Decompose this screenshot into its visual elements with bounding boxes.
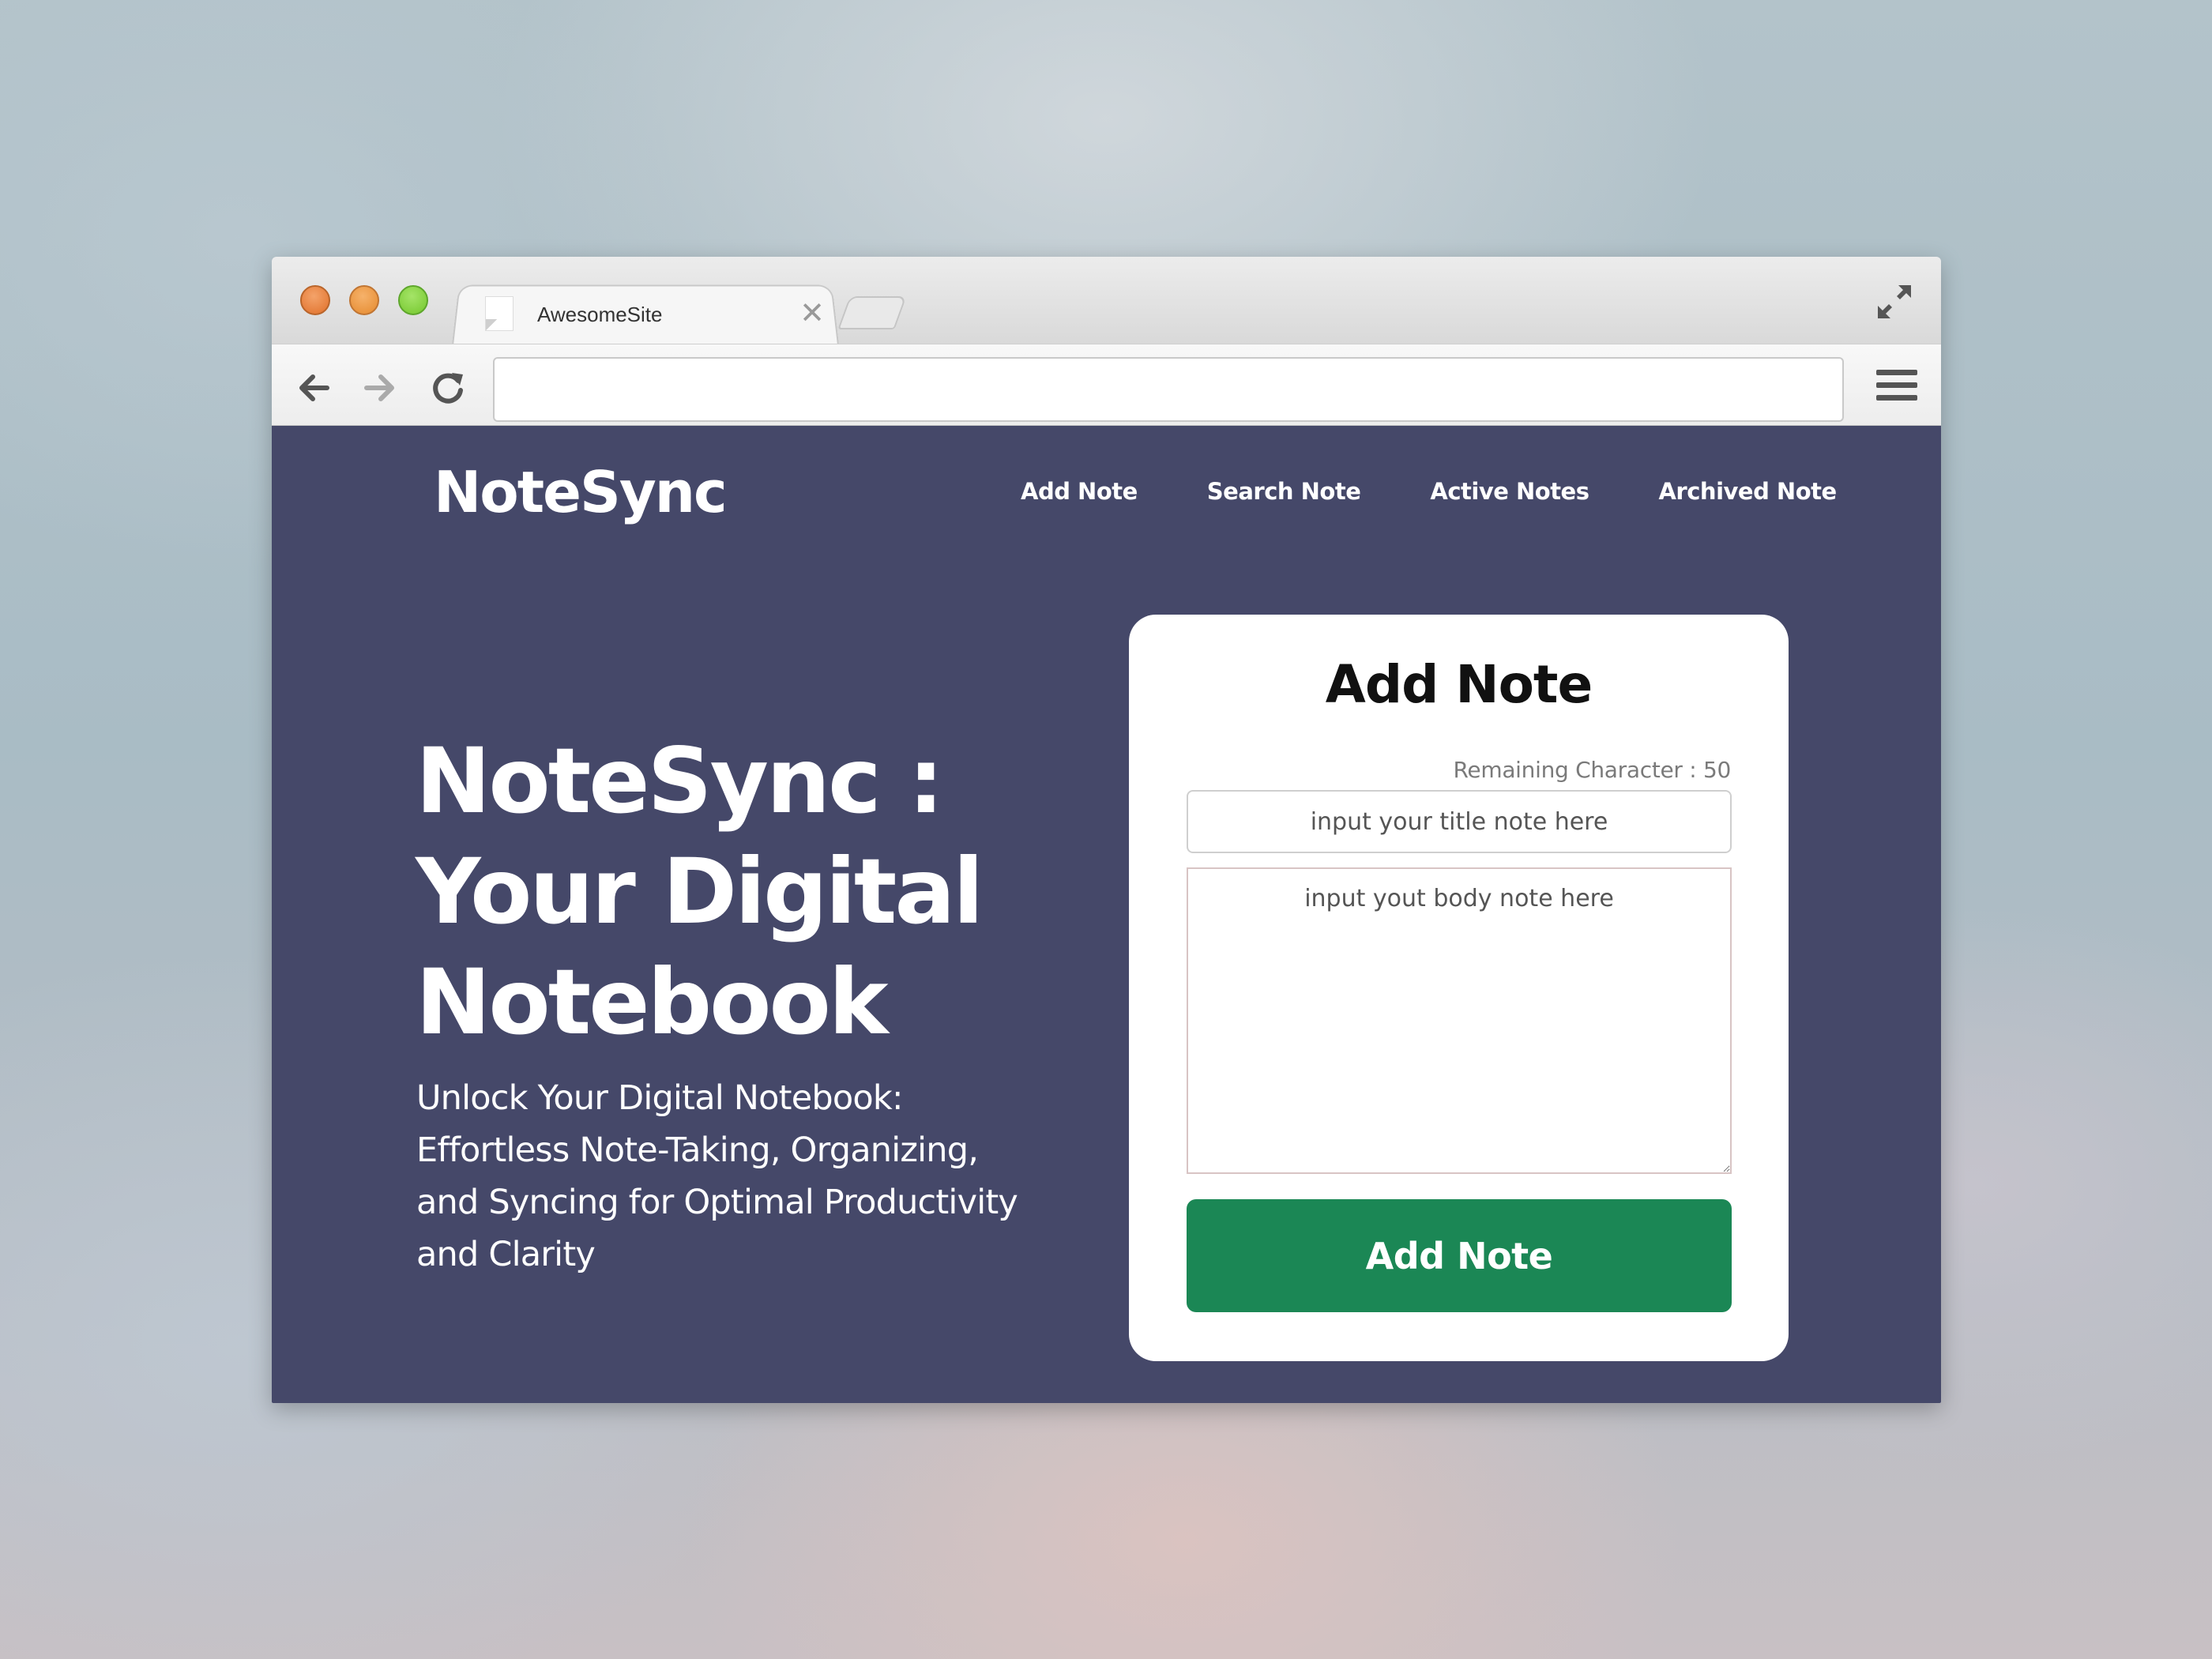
nav-search-note[interactable]: Search Note bbox=[1207, 478, 1361, 505]
new-tab-button[interactable] bbox=[837, 296, 907, 329]
add-note-card: Add Note Remaining Character : 50 Add No… bbox=[1129, 615, 1789, 1361]
browser-titlebar: AwesomeSite ✕ bbox=[272, 257, 1941, 345]
brand-logo[interactable]: NoteSync bbox=[434, 459, 728, 525]
browser-toolbar bbox=[272, 344, 1941, 426]
arrow-left-icon[interactable] bbox=[294, 368, 333, 408]
note-body-textarea[interactable] bbox=[1187, 867, 1732, 1174]
minimize-window-button[interactable] bbox=[349, 285, 379, 315]
hero-title: NoteSync : Your Digital Notebook bbox=[416, 728, 984, 1055]
close-window-button[interactable] bbox=[300, 285, 330, 315]
add-note-button[interactable]: Add Note bbox=[1187, 1199, 1732, 1312]
expand-icon[interactable] bbox=[1875, 282, 1914, 322]
tab-title: AwesomeSite bbox=[537, 303, 663, 326]
browser-window: AwesomeSite ✕ NoteSync Add Note Search N… bbox=[272, 257, 1941, 1403]
address-bar[interactable] bbox=[493, 357, 1844, 422]
page-content: NoteSync Add Note Search Note Active Not… bbox=[272, 426, 1941, 1403]
remaining-character-counter: Remaining Character : 50 bbox=[1453, 757, 1732, 783]
tab-close-icon[interactable]: ✕ bbox=[799, 298, 825, 328]
reload-icon[interactable] bbox=[428, 368, 468, 408]
main-nav: Add Note Search Note Active Notes Archiv… bbox=[1021, 478, 1837, 505]
nav-archived-note[interactable]: Archived Note bbox=[1658, 478, 1837, 505]
nav-add-note[interactable]: Add Note bbox=[1021, 478, 1138, 505]
hamburger-menu-icon[interactable] bbox=[1876, 370, 1917, 406]
form-title: Add Note bbox=[1325, 654, 1593, 715]
favicon-icon bbox=[485, 296, 514, 331]
maximize-window-button[interactable] bbox=[398, 285, 428, 315]
note-title-input[interactable] bbox=[1187, 790, 1732, 853]
browser-tab-content: AwesomeSite ✕ bbox=[485, 295, 825, 342]
arrow-right-icon[interactable] bbox=[360, 368, 400, 408]
nav-active-notes[interactable]: Active Notes bbox=[1430, 478, 1589, 505]
hero-subtitle: Unlock Your Digital Notebook: Effortless… bbox=[416, 1078, 1018, 1274]
